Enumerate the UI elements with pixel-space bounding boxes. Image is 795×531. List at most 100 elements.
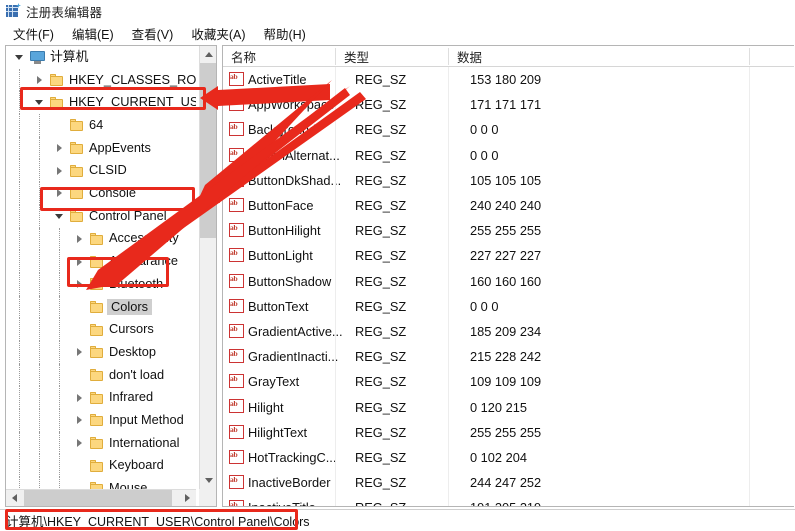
tree-vscroll-thumb[interactable] [200,63,216,238]
tree-hscroll-thumb[interactable] [24,490,172,506]
value-row[interactable]: ab ButtonAlternat... REG_SZ 0 0 0 [223,143,794,168]
tree-item-clsid[interactable]: CLSID [6,159,196,183]
value-type: REG_SZ [355,223,407,239]
value-row[interactable]: ab ButtonShadow REG_SZ 160 160 160 [223,269,794,294]
menu-favorites[interactable]: 收藏夹(A) [182,22,254,45]
registry-editor-icon [6,3,21,18]
chevron-right-icon[interactable] [72,432,86,455]
tree-guide-line [39,454,41,478]
value-row[interactable]: ab ButtonLight REG_SZ 227 227 227 [223,243,794,268]
scrollbar-corner [199,489,216,506]
value-row[interactable]: ab ButtonHilight REG_SZ 255 255 255 [223,218,794,243]
title-bar: 注册表编辑器 [0,0,795,22]
tree-guide-line [19,318,21,341]
value-data: 153 180 209 [470,72,542,88]
column-header-type[interactable]: 类型 [336,46,448,66]
menu-help[interactable]: 帮助(H) [254,22,314,45]
scroll-down-arrow-icon[interactable] [200,472,216,489]
tree-item-hkey-classes-root[interactable]: HKEY_CLASSES_ROOT [6,68,196,92]
column-header-data[interactable]: 数据 [449,46,749,66]
chevron-right-icon[interactable] [72,273,86,296]
tree-item-cursors[interactable]: Cursors [6,318,196,341]
column-header-name[interactable]: 名称 [223,46,335,66]
chevron-right-icon[interactable] [52,182,66,205]
tree-item-[interactable]: 计算机 [6,46,196,69]
tree-guide-line [39,114,41,137]
registry-tree[interactable]: 计算机 HKEY_CLASSES_ROOT HKEY_CURRENT_USER 64 A… [6,46,196,489]
tree-item-input-method[interactable]: Input Method [6,409,196,432]
tree-vertical-scrollbar[interactable] [199,46,216,489]
tree-item-label: 计算机 [50,48,89,64]
chevron-right-icon[interactable] [72,386,86,409]
tree-item-don-t-load[interactable]: don't load [6,363,196,387]
chevron-right-icon[interactable] [72,341,86,364]
value-row[interactable]: ab GrayText REG_SZ 109 109 109 [223,369,794,394]
value-name: ButtonAlternat... [248,147,340,163]
value-row[interactable]: ab InactiveBorder REG_SZ 244 247 252 [223,470,794,495]
split-panes: 计算机 HKEY_CLASSES_ROOT HKEY_CURRENT_USER 64 A… [0,45,795,508]
tree-item-accessibility[interactable]: Accessibility [6,227,196,251]
scroll-up-arrow-icon[interactable] [200,46,216,63]
menu-edit[interactable]: 编辑(E) [63,22,123,45]
value-data: 160 160 160 [470,273,542,289]
value-row[interactable]: ab GradientActive... REG_SZ 185 209 234 [223,319,794,344]
tree-item-international[interactable]: International [6,431,196,455]
value-row[interactable]: ab ButtonText REG_SZ 0 0 0 [223,294,794,319]
tree-item-keyboard[interactable]: Keyboard [6,454,196,478]
chevron-down-icon[interactable] [12,46,26,69]
value-row[interactable]: ab InactiveTitle REG_SZ 191 205 219 [223,495,794,506]
tree-item-appearance[interactable]: Appearance [6,250,196,273]
chevron-right-icon[interactable] [52,137,66,160]
chevron-right-icon[interactable] [72,228,86,251]
string-value-icon: ab [229,298,244,313]
tree-horizontal-scrollbar[interactable] [6,489,196,506]
value-type: REG_SZ [355,172,407,188]
value-name: AppWorkspace [248,97,335,113]
tree-item-desktop[interactable]: Desktop [6,340,196,364]
value-row[interactable]: ab ButtonDkShad... REG_SZ 105 105 105 [223,168,794,193]
chevron-right-icon[interactable] [32,69,46,92]
value-row[interactable]: ab HotTrackingC... REG_SZ 0 102 204 [223,445,794,470]
folder-icon [70,142,84,155]
chevron-right-icon[interactable] [72,250,86,273]
chevron-down-icon[interactable] [32,91,46,114]
chevron-right-icon[interactable] [72,409,86,432]
tree-item-mouse[interactable]: Mouse [6,477,196,489]
chevron-right-icon[interactable] [52,159,66,182]
value-row[interactable]: ab Hilight REG_SZ 0 120 215 [223,394,794,419]
tree-item-infrared[interactable]: Infrared [6,386,196,409]
string-value-icon: ab [229,122,244,137]
value-type: REG_SZ [355,248,407,264]
tree-item-hkey-current-user[interactable]: HKEY_CURRENT_USER [6,91,196,115]
tree-item-colors[interactable]: Colors [6,295,196,319]
value-name: ButtonDkShad... [248,172,342,188]
string-value-icon: ab [229,72,244,86]
value-name: HilightText [248,424,308,440]
menu-file[interactable]: 文件(F) [4,22,63,45]
value-row[interactable]: ab HilightText REG_SZ 255 255 255 [223,420,794,445]
tree-item-console[interactable]: Console [6,182,196,205]
chevron-down-icon[interactable] [52,205,66,228]
value-row[interactable]: ab ButtonFace REG_SZ 240 240 240 [223,193,794,218]
tree-guide-line [19,477,21,489]
value-data: 0 0 0 [470,298,499,314]
tree-item-bluetooth[interactable]: Bluetooth [6,272,196,296]
scroll-right-arrow-icon[interactable] [179,490,196,506]
tree-item-appevents[interactable]: AppEvents [6,136,196,160]
string-value-icon: ab [229,172,244,187]
values-list[interactable]: ab ActiveTitle REG_SZ 153 180 209 ab AppWorks… [223,67,794,506]
value-name: ButtonLight [248,248,313,264]
tree-item-control-panel[interactable]: Control Panel [6,204,196,228]
value-row[interactable]: ab ActiveTitle REG_SZ 153 180 209 [223,67,794,92]
menu-view[interactable]: 查看(V) [123,22,183,45]
tree-guide-line [19,159,21,183]
folder-icon [90,368,104,381]
scroll-left-arrow-icon[interactable] [6,490,23,506]
folder-icon [50,96,64,109]
tree-item-64[interactable]: 64 [6,114,196,137]
tree-guide-line [59,250,61,273]
column-divider-3 [749,67,750,506]
value-row[interactable]: ab GradientInacti... REG_SZ 215 228 242 [223,344,794,369]
value-row[interactable]: ab Background REG_SZ 0 0 0 [223,117,794,142]
value-row[interactable]: ab AppWorkspace REG_SZ 171 171 171 [223,92,794,117]
